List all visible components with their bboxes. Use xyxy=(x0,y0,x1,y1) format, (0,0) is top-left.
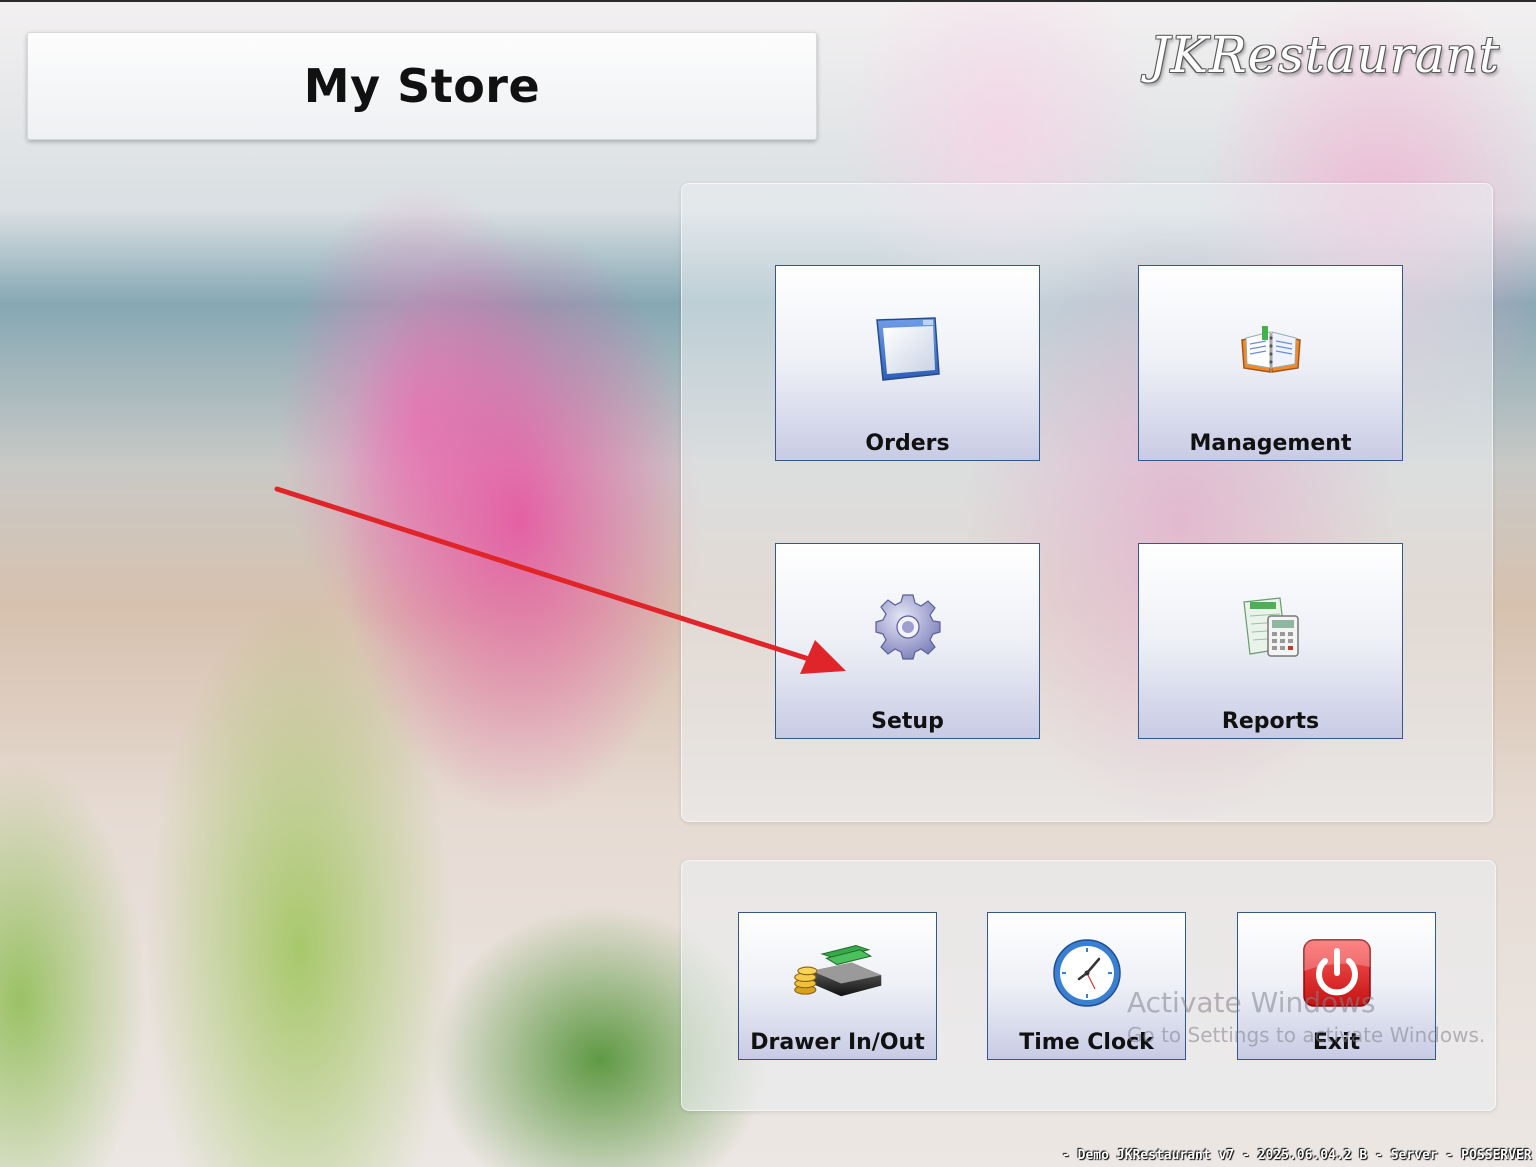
open-book-icon xyxy=(1240,326,1301,373)
drawer-in-out-label: Drawer In/Out xyxy=(750,1030,925,1055)
reports-label: Reports xyxy=(1221,709,1320,734)
setup-label: Setup xyxy=(871,709,944,734)
brand-logo: JKRestaurant xyxy=(1149,26,1500,84)
setup-button[interactable]: Setup xyxy=(775,543,1040,739)
window-icon xyxy=(875,317,940,381)
drawer-in-out-button[interactable]: Drawer In/Out xyxy=(738,912,937,1060)
gear-icon xyxy=(874,594,941,660)
clock-icon xyxy=(1052,939,1121,1007)
status-bar: - Demo JKRestaurant v7 - 2025.06.04.2 B … xyxy=(1062,1148,1532,1163)
reports-button[interactable]: Reports xyxy=(1138,543,1403,739)
watermark-title: Activate Windows xyxy=(1127,986,1376,1019)
cash-drawer-icon xyxy=(793,945,881,997)
management-button[interactable]: Management xyxy=(1138,265,1403,461)
window-top-border xyxy=(0,0,1536,2)
store-title-bar: My Store xyxy=(27,32,817,140)
orders-label: Orders xyxy=(865,431,950,456)
activate-windows-watermark: Activate Windows Go to Settings to activ… xyxy=(1127,986,1485,1050)
management-label: Management xyxy=(1189,431,1352,456)
watermark-subtitle: Go to Settings to activate Windows. xyxy=(1127,1023,1486,1047)
store-title: My Store xyxy=(303,59,541,113)
orders-button[interactable]: Orders xyxy=(775,265,1040,461)
calculator-spreadsheet-icon xyxy=(1242,597,1299,657)
